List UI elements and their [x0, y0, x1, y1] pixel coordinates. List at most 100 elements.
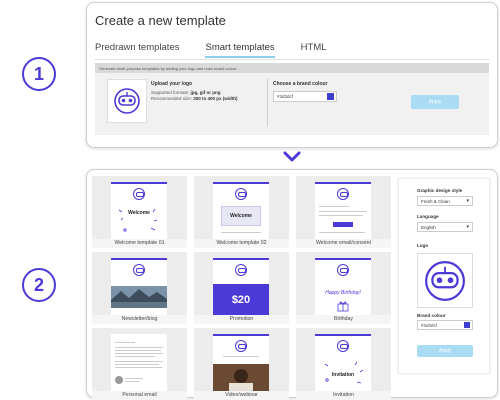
style-value: Fresh & Clean: [421, 199, 450, 204]
template-page: [213, 334, 269, 391]
supported-formats: Supported formats: jpg, gif or png: [151, 90, 221, 95]
template-page: Welcome: [213, 182, 269, 239]
robot-logo-icon: [337, 188, 349, 200]
thumb-heading: Invitation: [331, 372, 355, 378]
upload-logo-title: Upload your logo: [151, 81, 193, 87]
template-label: Newsletter/blog: [92, 315, 187, 324]
template-card-invitation[interactable]: Invitation Invitation: [296, 328, 391, 400]
template-card-personal-email[interactable]: Personal email: [92, 328, 187, 400]
template-page: $20: [213, 258, 269, 315]
text-line: [115, 347, 163, 348]
robot-logo-icon: [337, 340, 349, 352]
text-line: [115, 361, 163, 362]
template-page: [111, 258, 167, 315]
template-label: Invitation: [296, 391, 391, 400]
template-label: Welcome template 02: [194, 239, 289, 248]
logo-preview[interactable]: [417, 253, 473, 308]
video-thumbnail: [213, 364, 269, 391]
style-select[interactable]: Fresh & Clean ▾: [417, 196, 473, 206]
apply-button[interactable]: Apply: [417, 345, 473, 357]
template-page: Invitation: [315, 334, 371, 391]
logo-upload-area[interactable]: [107, 79, 147, 123]
text-line: [125, 378, 143, 379]
caret-down-icon: ▾: [466, 224, 469, 230]
template-thumbnail: Welcome: [92, 176, 187, 239]
template-label: Welcome email/consent: [296, 239, 391, 248]
step-1-indicator: 1: [22, 57, 56, 91]
text-line: [319, 206, 349, 207]
template-label: Promotion: [194, 315, 289, 324]
template-thumbnail: Welcome: [194, 176, 289, 239]
text-line: [319, 232, 365, 233]
template-card-welcome-consent[interactable]: Welcome email/consent: [296, 176, 391, 248]
template-page: Welcome: [111, 182, 167, 239]
text-line: [115, 364, 159, 365]
info-bar: Generate multi-purpose templates by addi…: [95, 63, 489, 73]
template-thumbnail: [92, 252, 187, 315]
template-page: [315, 182, 371, 239]
template-label: Birthday: [296, 315, 391, 324]
thumb-heading: Welcome: [230, 213, 252, 219]
settings-divider: [267, 79, 268, 127]
brand-colour-title: Choose a brand colour: [273, 81, 328, 87]
text-line: [221, 232, 261, 233]
template-thumbnail: $20: [194, 252, 289, 315]
robot-logo-icon: [235, 340, 247, 352]
step-1-number: 1: [33, 63, 44, 84]
template-label: Personal email: [92, 391, 187, 400]
page-title: Create a new template: [95, 13, 226, 28]
colour-swatch[interactable]: [327, 93, 334, 100]
step-2-indicator: 2: [22, 268, 56, 302]
text-line: [115, 353, 163, 354]
template-card-birthday[interactable]: Happy Birthday! Birthday: [296, 252, 391, 324]
robot-logo-icon: [114, 88, 140, 114]
template-card-welcome-02[interactable]: Welcome Welcome template 02: [194, 176, 289, 248]
template-label: Video/webinar: [194, 391, 289, 400]
logo-label: Logo: [417, 243, 429, 248]
apply-button[interactable]: Apply: [411, 95, 459, 109]
text-line: [115, 356, 155, 357]
text-line: [319, 215, 363, 216]
language-value: English: [421, 225, 436, 230]
text-line: [115, 367, 162, 368]
template-thumbnail: Happy Birthday!: [296, 252, 391, 315]
template-thumbnail: [92, 328, 187, 391]
template-card-welcome-01[interactable]: Welcome Welcome template 01: [92, 176, 187, 248]
language-select[interactable]: English ▾: [417, 222, 473, 232]
text-line: [223, 356, 259, 357]
template-card-promotion[interactable]: $20 Promotion: [194, 252, 289, 324]
size-label: Recommended size:: [151, 96, 194, 101]
template-card-newsletter[interactable]: Newsletter/blog: [92, 252, 187, 324]
formats-label: Supported formats:: [151, 90, 191, 95]
robot-logo-icon: [133, 264, 145, 276]
brand-colour-input[interactable]: #3d3dcf: [417, 320, 473, 330]
language-label: Language: [417, 214, 439, 219]
tab-smart-templates[interactable]: Smart templates: [205, 42, 275, 58]
caret-down-icon: ▾: [466, 198, 469, 204]
size-value: 300 to 400 px (width): [193, 96, 238, 101]
brand-colour-value: #3d3dcf: [277, 94, 294, 99]
text-line: [319, 211, 367, 212]
colour-swatch[interactable]: [464, 322, 470, 328]
robot-logo-icon: [133, 188, 145, 200]
birthday-heading: Happy Birthday!: [325, 290, 361, 296]
robot-logo-icon: [235, 188, 247, 200]
step-2-number: 2: [33, 274, 44, 295]
chevron-down-icon: [283, 151, 301, 162]
design-settings-sidebar: Graphic design style Fresh & Clean ▾ Lan…: [398, 178, 490, 374]
template-label: Welcome template 01: [92, 239, 187, 248]
tab-predrawn-templates[interactable]: Predrawn templates: [95, 42, 179, 58]
thumb-heading: Welcome: [128, 210, 150, 216]
template-page: Happy Birthday!: [315, 258, 371, 315]
robot-logo-icon: [337, 264, 349, 276]
gift-icon: [337, 301, 349, 312]
smart-settings-box: Upload your logo Supported formats: jpg,…: [95, 73, 489, 135]
tab-html[interactable]: HTML: [301, 42, 327, 58]
template-card-video-webinar[interactable]: Video/webinar: [194, 328, 289, 400]
template-thumbnail: [194, 328, 289, 391]
formats-value: jpg, gif or png: [190, 90, 221, 95]
template-thumbnail: Invitation: [296, 328, 391, 391]
template-page: [111, 334, 167, 391]
brand-colour-input[interactable]: #3d3dcf: [273, 91, 337, 102]
create-template-panel: Create a new template Predrawn templates…: [86, 2, 498, 148]
